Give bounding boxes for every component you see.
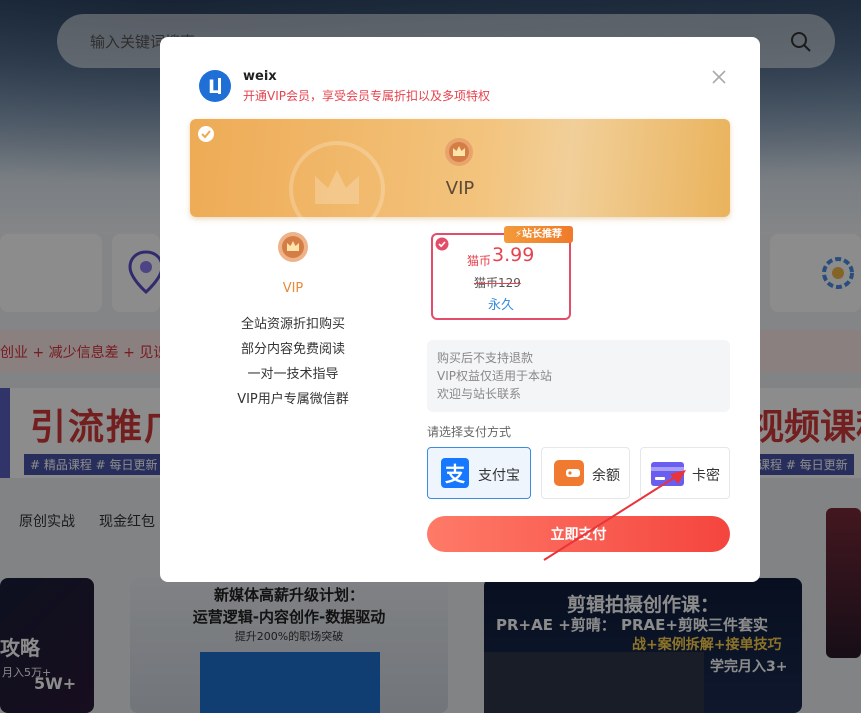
pay-card-key-label: 卡密 — [692, 468, 720, 484]
modal-description: 开通VIP会员，享受会员专属折扣以及多项特权 — [243, 89, 490, 103]
svg-text:支: 支 — [445, 462, 466, 486]
notice-line: VIP权益仅适用于本站 — [437, 369, 552, 383]
perk-item: 一对一技术指导 — [247, 367, 339, 382]
lightning-icon: ⚡ — [514, 229, 523, 240]
site-logo: L — [199, 70, 231, 102]
pay-now-button[interactable]: 立即支付 — [427, 516, 730, 552]
site-name: weix — [243, 69, 277, 84]
vip-plan-card[interactable] — [190, 119, 730, 217]
check-circle-icon — [435, 237, 449, 251]
perk-item: 部分内容免费阅读 — [240, 342, 345, 357]
credit-card-icon — [651, 462, 684, 486]
price-value: 3.99 — [492, 244, 535, 266]
crown-badge-icon — [445, 138, 473, 166]
original-price: 猫币129 — [474, 276, 521, 290]
perk-item: 全站资源折扣购买 — [240, 317, 345, 332]
recommend-label: 站长推荐 — [522, 229, 563, 240]
perk-item: VIP用户专属微信群 — [237, 392, 349, 407]
vip-detail-label: VIP — [282, 281, 304, 296]
alipay-icon: 支 — [441, 458, 469, 488]
notice-line: 欢迎与站长联系 — [437, 387, 522, 401]
price-period: 永久 — [487, 298, 514, 313]
pay-alipay-label: 支付宝 — [478, 468, 520, 484]
recommend-badge: ⚡站长推荐 — [504, 226, 573, 243]
pay-balance-label: 余额 — [592, 468, 620, 484]
crown-badge-icon — [278, 232, 308, 262]
vip-plan-label: VIP — [445, 178, 475, 199]
close-icon[interactable] — [710, 68, 728, 86]
payment-label: 请选择支付方式 — [427, 425, 512, 439]
notice-line: 购买后不支持退款 — [437, 351, 534, 365]
price-currency: 猫币 — [467, 254, 492, 268]
wallet-icon — [554, 460, 584, 486]
check-circle-icon — [198, 126, 214, 142]
